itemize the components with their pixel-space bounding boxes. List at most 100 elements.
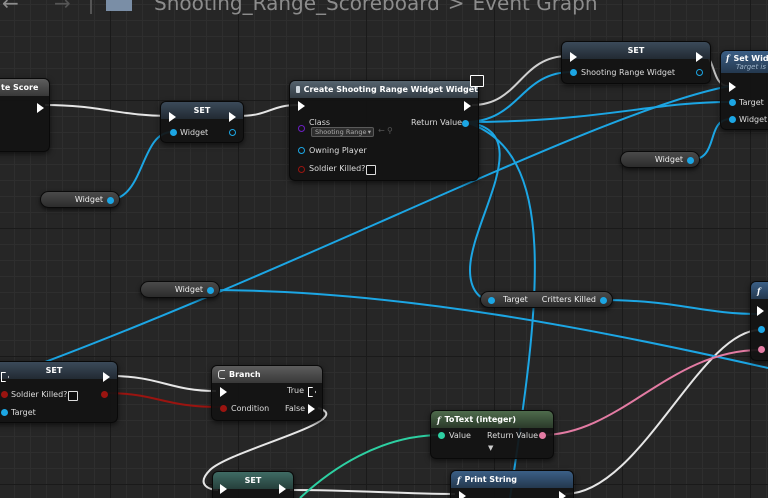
totext-integer-node[interactable]: f ToText (integer) Value Return Value ▼	[430, 410, 554, 459]
exec-out-pin[interactable]	[464, 101, 471, 111]
exec-out-pin[interactable]	[229, 112, 236, 122]
soldier-killed-out-pin[interactable]	[101, 391, 108, 398]
exec-in-pin[interactable]	[169, 112, 176, 122]
exec-out-pin[interactable]	[37, 103, 44, 113]
function-icon: f	[457, 474, 461, 485]
set-shooting-range-widget-node[interactable]: SET Shooting Range Widget	[561, 41, 711, 84]
exec-in-pin[interactable]	[729, 82, 736, 92]
node-header: Create Shooting Range Widget Widget	[290, 81, 478, 98]
shooting-range-widget-out-pin[interactable]	[696, 69, 703, 76]
set-soldier-killed-node[interactable]: SET Soldier Killed? Target	[0, 361, 118, 423]
variable-label: Widget	[174, 285, 203, 294]
true-exec-pin[interactable]	[308, 387, 316, 397]
search-icon[interactable]: ⚲	[387, 126, 393, 135]
target-label: Target	[739, 98, 764, 107]
partial-right-function-node[interactable]: f	[750, 281, 768, 361]
critters-killed-label: Critters Killed	[541, 295, 596, 304]
branch-node[interactable]: Branch True Condition False	[211, 365, 323, 421]
target-in-pin[interactable]	[488, 297, 495, 304]
soldier-killed-pin[interactable]	[298, 166, 305, 173]
condition-pin[interactable]	[220, 405, 227, 412]
target-in-pin[interactable]	[1, 409, 8, 416]
breadcrumb-graph[interactable]: Event Graph	[473, 0, 598, 15]
function-icon: f	[437, 414, 441, 425]
node-title: Print String	[464, 475, 518, 484]
text-wire	[541, 349, 761, 436]
blueprint-icon	[106, 0, 132, 11]
back-arrow-icon[interactable]: ←	[2, 0, 24, 15]
false-exec-pin[interactable]	[308, 404, 315, 414]
node-title: te Score	[0, 79, 49, 96]
print-string-node[interactable]: f Print String	[450, 470, 574, 498]
return-value-pin[interactable]	[462, 120, 469, 127]
shooting-range-widget-in-pin[interactable]	[570, 69, 577, 76]
soldier-killed-in-pin[interactable]	[1, 391, 8, 398]
widget-out-pin[interactable]	[107, 197, 114, 204]
node-title: SET	[0, 362, 117, 379]
set-widget-node[interactable]: SET Widget	[160, 101, 244, 143]
function-icon: f	[726, 53, 730, 63]
return-value-pin[interactable]	[539, 432, 546, 439]
widget-variable-node[interactable]: Widget	[140, 281, 220, 298]
text-in-pin[interactable]	[758, 346, 765, 353]
soldier-killed-label: Soldier Killed?	[309, 164, 366, 173]
forward-arrow-icon[interactable]: →	[54, 0, 84, 15]
value-in-pin[interactable]	[438, 432, 445, 439]
widget-out-pin[interactable]	[207, 287, 214, 294]
object-wire	[464, 101, 731, 123]
class-pin[interactable]	[298, 125, 305, 132]
true-label: True	[287, 386, 304, 395]
exec-wire	[109, 375, 217, 392]
class-dropdown[interactable]: Shooting Range ▾	[311, 127, 374, 137]
soldier-killed-checkbox[interactable]	[68, 391, 78, 401]
expand-arrow-icon[interactable]: ▼	[488, 444, 493, 452]
target-pin[interactable]	[729, 99, 736, 106]
object-in-pin[interactable]	[758, 326, 765, 333]
event-graph-canvas[interactable]: ← → Shooting_Range_Scoreboard > Event Gr…	[0, 0, 768, 498]
variable-label: Widget	[74, 195, 103, 204]
node-header: f	[751, 282, 768, 299]
target-label: Target	[503, 295, 528, 304]
separator-icon	[90, 0, 92, 14]
soldier-killed-label: Soldier Killed?	[11, 390, 68, 399]
widget-pin[interactable]	[729, 116, 736, 123]
widget-in-pin[interactable]	[170, 129, 177, 136]
breadcrumb-blueprint[interactable]: Shooting_Range_Scoreboard	[154, 0, 440, 15]
exec-in-pin[interactable]	[220, 484, 227, 494]
exec-out-pin[interactable]	[559, 491, 566, 498]
class-label: Class	[309, 118, 331, 127]
critters-killed-getter-node[interactable]: Target Critters Killed	[480, 291, 613, 308]
partial-left-node[interactable]: te Score	[0, 78, 50, 152]
return-value-label: Return Value	[487, 431, 539, 440]
widget-variable-node[interactable]: Widget	[40, 191, 120, 208]
exec-in-pin[interactable]	[220, 387, 227, 397]
node-title: SET	[562, 42, 710, 59]
function-icon: f	[757, 285, 761, 296]
exec-out-pin[interactable]	[103, 372, 110, 382]
exec-wire	[44, 104, 171, 117]
widget-out-pin[interactable]	[229, 129, 236, 136]
set-bottom-node[interactable]: SET	[212, 471, 294, 498]
node-header: Branch	[212, 366, 322, 383]
value-label: Value	[449, 431, 471, 440]
exec-out-pin[interactable]	[696, 52, 703, 62]
exec-in-pin[interactable]	[757, 306, 764, 316]
shooting-range-widget-label: Shooting Range Widget	[581, 68, 676, 77]
exec-in-pin[interactable]	[570, 52, 577, 62]
node-subtitle: Target is	[736, 63, 767, 71]
critters-killed-out-pin[interactable]	[600, 297, 607, 304]
exec-in-pin[interactable]	[298, 101, 305, 111]
create-widget-node[interactable]: Create Shooting Range Widget Widget Clas…	[289, 75, 484, 181]
int-wire	[299, 434, 442, 498]
node-title: ToText (integer)	[444, 415, 517, 424]
browse-arrow-icon[interactable]: ←	[378, 126, 385, 135]
condition-label: Condition	[231, 404, 270, 413]
variable-label: Widget	[654, 155, 683, 164]
exec-in-pin[interactable]	[459, 491, 466, 498]
owning-player-pin[interactable]	[298, 147, 305, 154]
soldier-killed-checkbox[interactable]	[366, 165, 376, 175]
widget-variable-node[interactable]: Widget	[620, 151, 700, 168]
set-widget-function-node[interactable]: fSet Widg Target is Target Widget	[720, 50, 768, 130]
exec-out-pin[interactable]	[279, 484, 286, 494]
widget-out-pin[interactable]	[687, 157, 694, 164]
